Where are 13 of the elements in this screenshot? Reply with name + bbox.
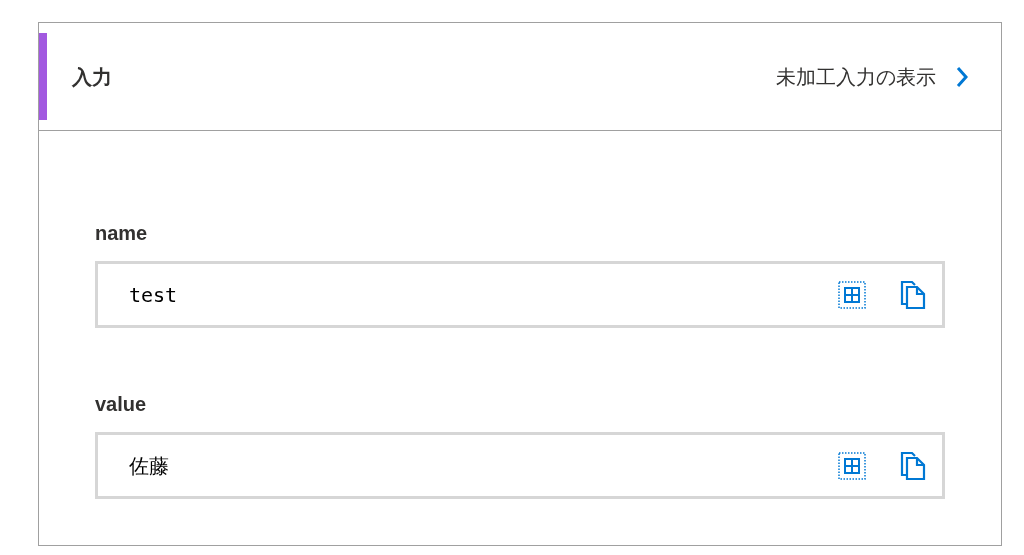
table-icon[interactable]: [838, 280, 866, 309]
field-label: value: [95, 392, 148, 416]
table-icon[interactable]: [838, 451, 866, 480]
copy-icon[interactable]: [900, 450, 926, 481]
chevron-right-icon: [956, 65, 968, 88]
field-label: name: [95, 221, 149, 245]
section-title: 入力: [72, 64, 112, 90]
value-field[interactable]: test: [95, 261, 945, 328]
field-value: test: [129, 281, 179, 309]
raw-input-link[interactable]: 未加工入力の表示: [776, 61, 968, 92]
copy-icon[interactable]: [900, 279, 926, 310]
value-field[interactable]: 佐藤: [95, 432, 945, 499]
field-value: 佐藤: [129, 452, 170, 480]
